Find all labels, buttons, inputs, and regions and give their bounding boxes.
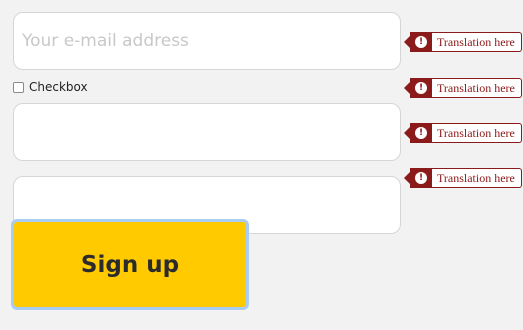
checkbox[interactable] xyxy=(13,81,24,93)
tooltip-text: Translation here xyxy=(432,168,522,188)
text-field-2[interactable] xyxy=(13,103,401,161)
exclamation-icon: ! xyxy=(415,172,427,184)
exclamation-icon: ! xyxy=(415,82,427,94)
error-tooltip: ! Translation here xyxy=(404,78,522,98)
sign-up-button[interactable]: Sign up xyxy=(11,219,249,310)
error-tooltip: ! Translation here xyxy=(404,32,522,52)
email-field[interactable] xyxy=(13,12,401,70)
tooltip-badge: ! xyxy=(410,78,432,98)
error-tooltip: ! Translation here xyxy=(404,168,522,188)
tooltip-text: Translation here xyxy=(432,32,522,52)
tooltip-text: Translation here xyxy=(432,123,522,143)
checkbox-row: Checkbox xyxy=(13,79,88,95)
tooltip-badge: ! xyxy=(410,32,432,52)
signup-form: Checkbox ! Translation here ! Translatio… xyxy=(0,0,523,330)
checkbox-label: Checkbox xyxy=(29,80,88,94)
tooltip-text: Translation here xyxy=(432,78,522,98)
tooltip-badge: ! xyxy=(410,168,432,188)
exclamation-icon: ! xyxy=(415,36,427,48)
tooltip-badge: ! xyxy=(410,123,432,143)
exclamation-icon: ! xyxy=(415,127,427,139)
error-tooltip: ! Translation here xyxy=(404,123,522,143)
